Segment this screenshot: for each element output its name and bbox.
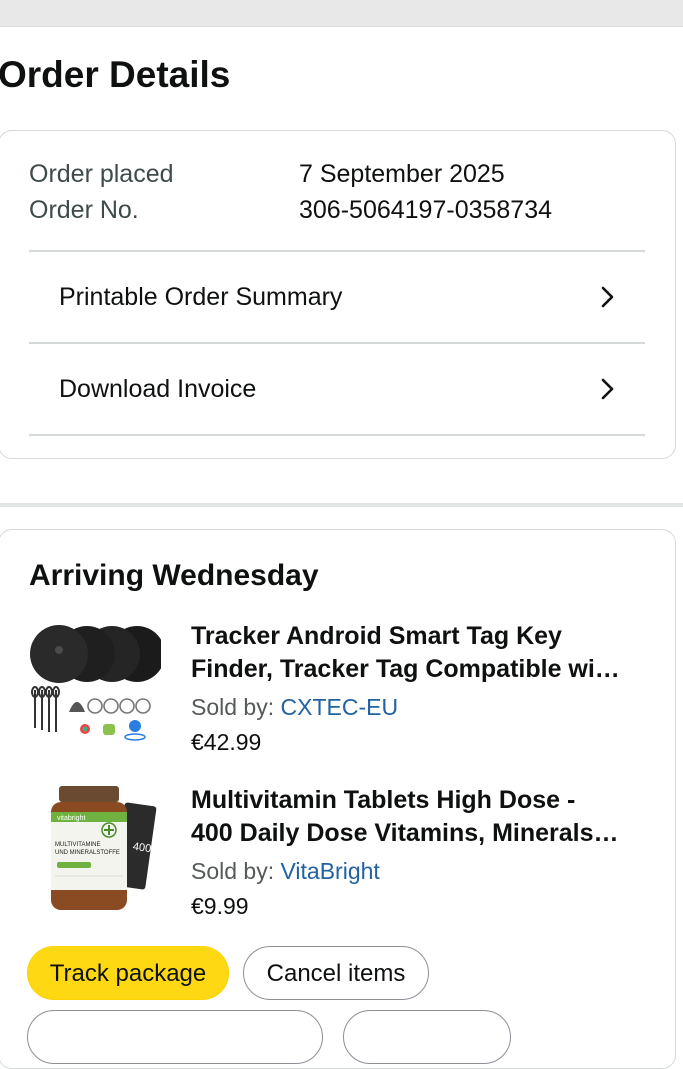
download-invoice-link[interactable]: Download Invoice — [29, 344, 645, 434]
delivery-status-heading: Arriving Wednesday — [29, 559, 319, 592]
order-placed-value: 7 September 2025 — [299, 160, 505, 188]
cancel-items-button[interactable]: Cancel items — [243, 946, 429, 1000]
order-item: Tracker Android Smart Tag Key Finder, Tr… — [0, 620, 675, 770]
item-title-line2: Finder, Tracker Tag Compatible wi… — [191, 655, 620, 683]
track-package-button[interactable]: Track package — [27, 946, 229, 1000]
printable-order-summary-link[interactable]: Printable Order Summary — [29, 252, 645, 342]
order-summary-card: Order placed 7 September 2025 Order No. … — [0, 130, 676, 459]
browser-top-bar — [0, 0, 683, 27]
item-title[interactable]: Multivitamin Tablets High Dose - 400 Dai… — [191, 784, 651, 850]
item-title-line1: Multivitamin Tablets High Dose - — [191, 786, 576, 814]
order-placed-label: Order placed — [29, 160, 174, 188]
label-line1: MULTIVITAMINE — [55, 842, 100, 848]
item-title-line1: Tracker Android Smart Tag Key — [191, 622, 562, 650]
additional-action-button[interactable] — [27, 1010, 323, 1064]
printable-order-summary-label: Printable Order Summary — [59, 283, 343, 311]
download-invoice-label: Download Invoice — [59, 375, 257, 403]
item-title[interactable]: Tracker Android Smart Tag Key Finder, Tr… — [191, 620, 651, 686]
sold-by: Sold by: CXTEC-EU — [191, 692, 398, 722]
seller-link[interactable]: CXTEC-EU — [281, 694, 399, 720]
sold-by: Sold by: VitaBright — [191, 856, 380, 886]
item-title-line2: 400 Daily Dose Vitamins, Minerals… — [191, 819, 619, 847]
chevron-right-icon — [601, 378, 614, 400]
order-number-label: Order No. — [29, 196, 139, 224]
shipment-card: Arriving Wednesday Tracker Android Smart… — [0, 529, 676, 1069]
page-title: Order Details — [0, 54, 231, 95]
divider — [29, 434, 645, 436]
box-count-text: 400 — [132, 841, 152, 855]
item-price: €42.99 — [191, 729, 262, 755]
chevron-right-icon — [601, 286, 614, 308]
sold-by-label: Sold by: — [191, 858, 281, 884]
label-line2: UND MINERALSTOFFE — [55, 850, 120, 856]
sold-by-label: Sold by: — [191, 694, 281, 720]
brand-text: vitabright — [57, 815, 85, 822]
seller-link[interactable]: VitaBright — [281, 858, 380, 884]
additional-action-button[interactable] — [343, 1010, 511, 1064]
order-number-value: 306-5064197-0358734 — [299, 196, 553, 224]
item-price: €9.99 — [191, 893, 249, 919]
order-item: 400 vitabright MULTIVITAMINE UND MINERAL… — [0, 784, 675, 934]
multivitamin-bottle-product-image[interactable]: 400 vitabright MULTIVITAMINE UND MINERAL… — [27, 784, 161, 914]
smart-tag-tracker-product-image[interactable] — [27, 620, 161, 750]
section-separator — [0, 503, 683, 507]
